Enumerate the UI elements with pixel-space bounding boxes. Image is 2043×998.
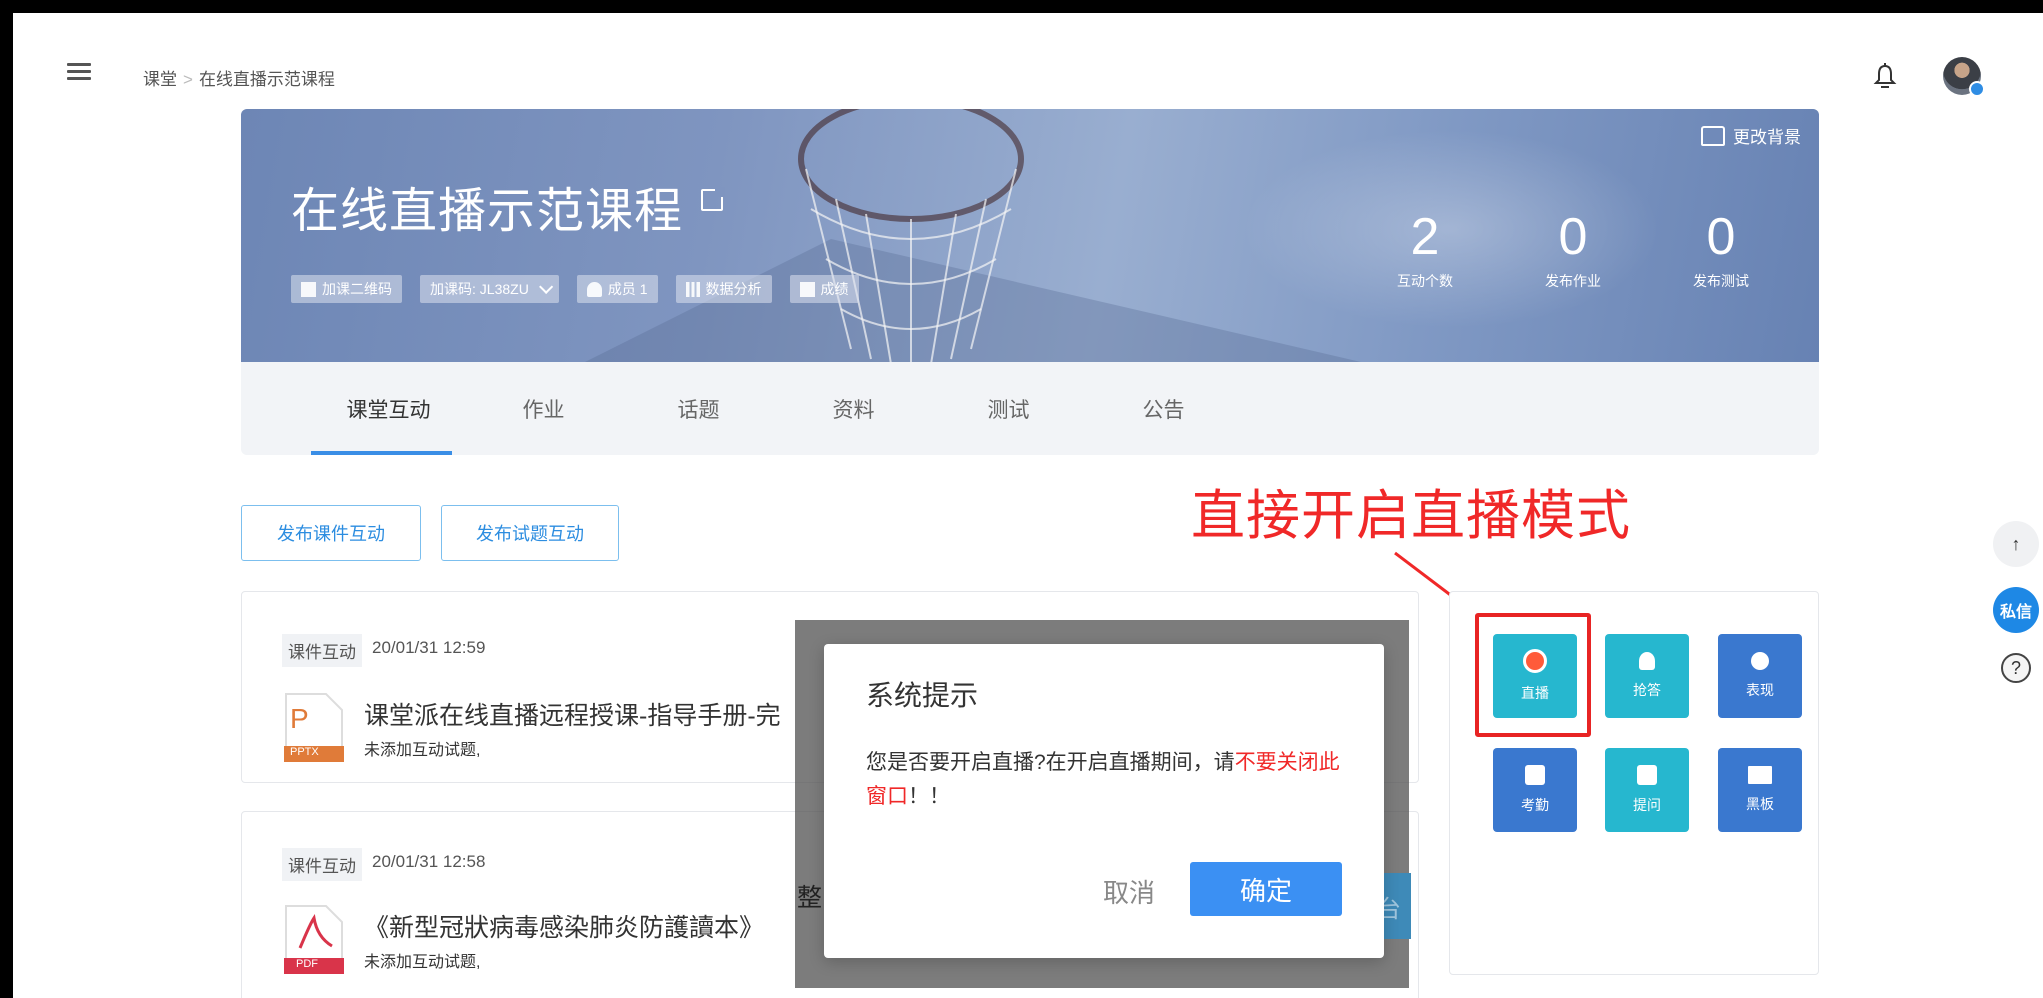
breadcrumb-current: 在线直播示范课程: [198, 70, 335, 89]
member-icon: [586, 281, 602, 297]
course-banner: 在线直播示范课程 更改背景 加课二维码 加课码: JL38ZU 成员 1 数据分…: [241, 109, 1819, 362]
edit-icon[interactable]: [701, 187, 725, 211]
publish-courseware-button[interactable]: 发布课件互动: [241, 505, 421, 561]
tab-homework[interactable]: 作业: [466, 362, 621, 455]
file-type-label: PDF: [296, 958, 318, 970]
item-tag: 课件互动: [282, 848, 362, 881]
breadcrumb-separator: >: [183, 70, 193, 89]
tool-label: 考勤: [1521, 797, 1549, 813]
tool-label: 提问: [1633, 797, 1661, 813]
change-background-label: 更改背景: [1733, 128, 1801, 147]
members-chip[interactable]: 成员 1: [576, 275, 658, 303]
bell-icon[interactable]: [1873, 63, 1897, 89]
private-message-button[interactable]: 私信: [1993, 587, 2039, 633]
stat-homework[interactable]: 0 发布作业: [1499, 209, 1647, 291]
stat-number: 0: [1706, 208, 1736, 266]
tool-label: 黑板: [1746, 796, 1774, 812]
help-button[interactable]: ?: [2001, 653, 2031, 683]
qrcode-icon: [301, 281, 316, 297]
grades-chip[interactable]: 成绩: [789, 275, 859, 303]
qrcode-chip[interactable]: 加课二维码: [291, 275, 402, 303]
breadcrumb: 课堂 > 在线直播示范课程: [143, 65, 335, 90]
item-date: 20/01/31 12:58: [372, 852, 486, 871]
stat-label: 发布作业: [1545, 273, 1601, 289]
tab-interaction[interactable]: 课堂互动: [311, 362, 466, 455]
obscured-text: 整: [797, 884, 823, 912]
course-stats: 2 互动个数 0 发布作业 0 发布测试: [1351, 209, 1795, 291]
chevron-down-icon: [538, 279, 554, 294]
item-title[interactable]: 课堂派在线直播远程授课-指导手册-完: [364, 696, 781, 732]
chip-label: 数据分析: [705, 281, 762, 297]
stat-number: 0: [1558, 208, 1588, 266]
stat-interactions[interactable]: 2 互动个数: [1351, 209, 1499, 291]
grade-icon: [799, 281, 815, 297]
board-icon: [1748, 766, 1772, 784]
course-tabs: 课堂互动 作业 话题 资料 测试 公告: [241, 362, 1819, 455]
confirm-button[interactable]: 确定: [1190, 862, 1342, 916]
course-title: 在线直播示范课程: [291, 185, 684, 238]
course-chips: 加课二维码 加课码: JL38ZU 成员 1 数据分析 成绩: [291, 275, 859, 303]
stat-tests[interactable]: 0 发布测试: [1647, 209, 1795, 291]
chip-label: 成员 1: [607, 281, 648, 297]
race-icon: [1639, 652, 1655, 670]
dialog-message-end: ！！: [908, 785, 950, 808]
join-code-chip[interactable]: 加课码: JL38ZU: [420, 275, 559, 303]
chip-label: 加课码: JL38ZU: [430, 281, 529, 297]
bar-chart-icon: [685, 281, 700, 297]
breadcrumb-home[interactable]: 课堂: [143, 70, 177, 89]
item-title[interactable]: 《新型冠狀病毒感染肺炎防護讀本》: [364, 908, 764, 944]
tool-label: 抢答: [1633, 682, 1661, 698]
blackboard-button[interactable]: 黑板: [1718, 748, 1802, 832]
performance-button[interactable]: 表现: [1718, 634, 1802, 718]
shirt-icon: [1701, 125, 1725, 146]
race-answer-button[interactable]: 抢答: [1605, 634, 1689, 718]
menu-icon[interactable]: [67, 63, 91, 81]
publish-quiz-button[interactable]: 发布试题互动: [441, 505, 619, 561]
question-button[interactable]: 提问: [1605, 748, 1689, 832]
dialog-message: 您是否要开启直播?在开启直播期间，请不要关闭此窗口！！: [866, 746, 1356, 814]
chip-label: 成绩: [820, 281, 849, 297]
chip-label: 加课二维码: [322, 281, 392, 297]
tab-tests[interactable]: 测试: [931, 362, 1086, 455]
dialog-title: 系统提示: [866, 680, 979, 711]
question-icon: [1637, 765, 1657, 785]
verified-badge: [1969, 81, 1985, 97]
calendar-icon: [1525, 765, 1545, 785]
dialog-message-text: 您是否要开启直播?在开启直播期间，请: [866, 751, 1235, 774]
cancel-button[interactable]: 取消: [1074, 864, 1184, 918]
stat-label: 互动个数: [1397, 273, 1453, 289]
course-card: 在线直播示范课程 更改背景 加课二维码 加课码: JL38ZU 成员 1 数据分…: [241, 109, 1819, 455]
annotation-text: 直接开启直播模式: [1191, 486, 1631, 546]
tab-announcements[interactable]: 公告: [1086, 362, 1241, 455]
tool-label: 表现: [1746, 682, 1774, 698]
stat-label: 发布测试: [1693, 273, 1749, 289]
tab-materials[interactable]: 资料: [776, 362, 931, 455]
back-to-top-button[interactable]: ↑: [1993, 521, 2039, 567]
stat-number: 2: [1410, 208, 1440, 266]
annotation-highlight-box: [1475, 613, 1591, 737]
item-subtitle: 未添加互动试题,: [364, 742, 481, 759]
avatar[interactable]: [1943, 57, 1985, 97]
help-icon: ?: [2010, 657, 2021, 678]
tab-topics[interactable]: 话题: [621, 362, 776, 455]
medal-icon: [1751, 652, 1769, 670]
item-date: 20/01/31 12:59: [372, 638, 486, 657]
basketball-hoop-image: [798, 109, 1024, 362]
attendance-button[interactable]: 考勤: [1493, 748, 1577, 832]
item-tag: 课件互动: [282, 634, 362, 667]
svg-text:P: P: [290, 703, 309, 734]
data-analysis-chip[interactable]: 数据分析: [675, 275, 772, 303]
system-dialog: 系统提示 您是否要开启直播?在开启直播期间，请不要关闭此窗口！！ 取消 确定: [824, 644, 1384, 958]
change-background-button[interactable]: 更改背景: [1701, 123, 1801, 148]
item-subtitle: 未添加互动试题,: [364, 954, 481, 971]
app-frame: 课堂 > 在线直播示范课程 在线直播示范课程 更改背景 加课二维码 加课码: J…: [13, 13, 2043, 998]
arrow-up-icon: ↑: [2011, 533, 2021, 554]
file-type-label: PPTX: [290, 746, 319, 758]
